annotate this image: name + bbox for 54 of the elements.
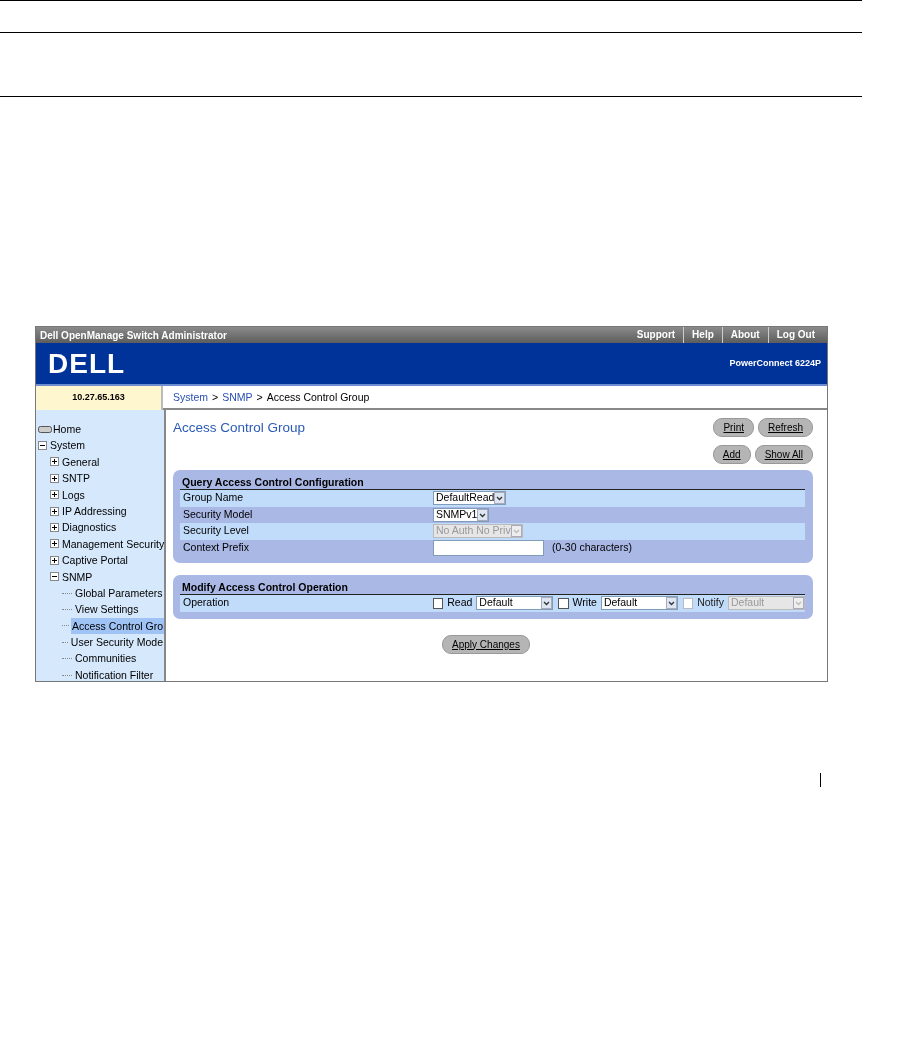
nav-item[interactable]: Captive Portal bbox=[61, 552, 129, 569]
nav-item[interactable]: Diagnostics bbox=[61, 519, 118, 536]
breadcrumb-separator: > bbox=[256, 390, 263, 405]
ip-address: 10.27.65.163 bbox=[36, 386, 163, 410]
nav-item[interactable]: Access Control Gro bbox=[70, 617, 164, 635]
apply-button[interactable]: Apply Changes bbox=[442, 634, 530, 654]
checkbox-label: Notify bbox=[697, 595, 724, 611]
checkbox[interactable] bbox=[433, 597, 444, 609]
checkbox[interactable] bbox=[558, 597, 569, 609]
page-title: Access Control Group bbox=[173, 419, 306, 437]
caret-icon bbox=[510, 525, 522, 538]
model-name: PowerConnect 6224P bbox=[729, 356, 821, 370]
field-hint: (0-30 characters) bbox=[552, 539, 632, 555]
field-label: Operation bbox=[183, 595, 231, 611]
breadcrumb-current: Access Control Group bbox=[266, 390, 370, 405]
nav-item[interactable]: SNMP bbox=[61, 568, 94, 585]
field-label: Security Model bbox=[183, 506, 254, 522]
action-button[interactable]: Show All bbox=[754, 445, 813, 464]
nav-item[interactable]: SNTP bbox=[61, 470, 91, 487]
dropdown[interactable]: Default bbox=[476, 596, 554, 611]
nav-item[interactable]: View Settings bbox=[74, 601, 140, 618]
nav-item[interactable]: System bbox=[49, 437, 86, 454]
nav-item[interactable]: Communities bbox=[74, 650, 138, 667]
nav-item[interactable]: Global Parameters bbox=[74, 584, 164, 602]
breadcrumb-link[interactable]: SNMP bbox=[222, 386, 253, 408]
dropdown[interactable]: Default bbox=[600, 596, 678, 611]
header-link[interactable]: Support bbox=[628, 327, 684, 343]
dropdown[interactable]: DefaultRead bbox=[433, 491, 507, 506]
nav-item[interactable]: User Security Mode bbox=[69, 634, 164, 651]
breadcrumb-link[interactable]: System bbox=[173, 386, 208, 408]
caret-icon bbox=[665, 597, 677, 610]
nav-item[interactable]: Home bbox=[52, 421, 82, 438]
action-button[interactable]: Print bbox=[713, 418, 754, 437]
home-icon bbox=[38, 425, 52, 433]
caret-icon bbox=[494, 492, 506, 505]
caret-icon bbox=[541, 597, 553, 610]
caret-icon bbox=[793, 597, 804, 610]
field-label: Security Level bbox=[183, 523, 250, 539]
nav-item[interactable]: IP Addressing bbox=[61, 502, 128, 520]
nav-item[interactable]: Notification Filter bbox=[74, 666, 155, 681]
caret-icon bbox=[477, 508, 489, 521]
breadcrumb-separator: > bbox=[212, 390, 219, 405]
checkbox-label: Read bbox=[447, 595, 473, 611]
checkbox-label: Write bbox=[572, 595, 597, 611]
dropdown[interactable]: SNMPv1 bbox=[433, 507, 490, 522]
app-title: Dell OpenManage Switch Administrator bbox=[40, 328, 227, 343]
logo: DELL bbox=[48, 349, 126, 378]
action-button[interactable]: Add bbox=[712, 445, 751, 464]
nav-item[interactable]: Management Security bbox=[61, 535, 166, 553]
nav-item[interactable]: Logs bbox=[61, 486, 86, 503]
action-button[interactable]: Refresh bbox=[758, 418, 813, 437]
field-label: Context Prefix bbox=[183, 539, 250, 555]
nav-item[interactable]: General bbox=[61, 453, 101, 471]
field-label: Group Name bbox=[183, 490, 245, 506]
